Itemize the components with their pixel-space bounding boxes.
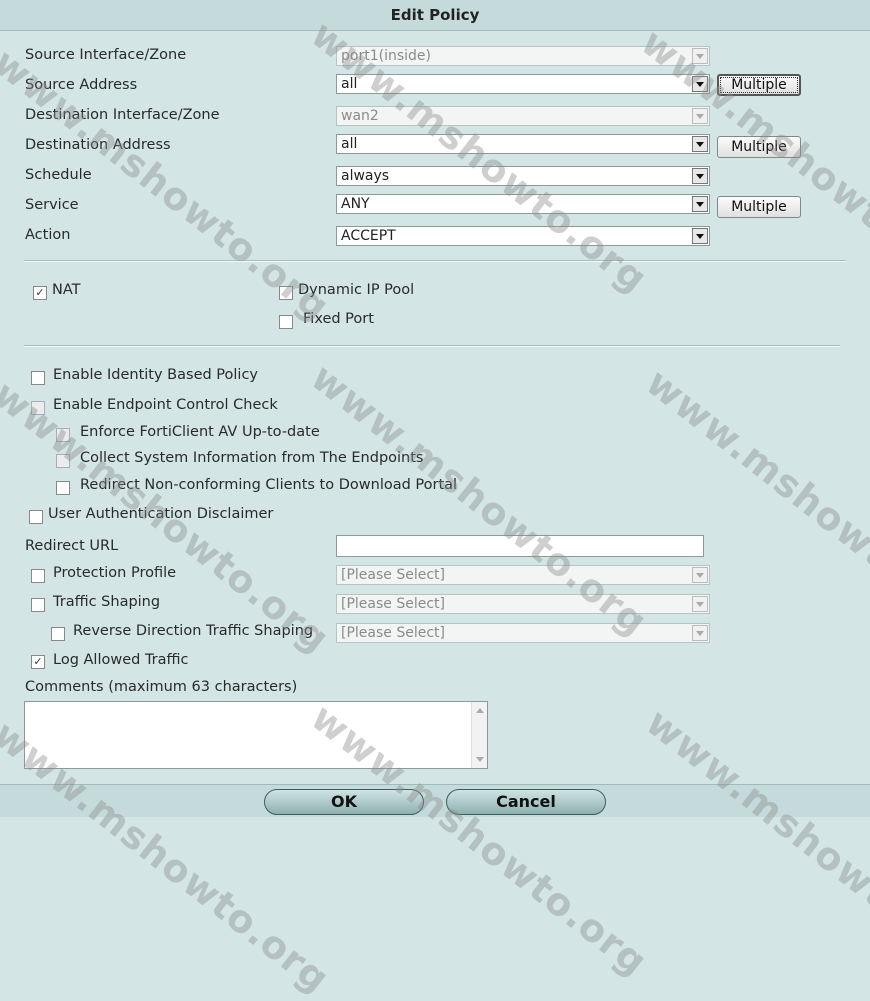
service-select[interactable]: ANY: [336, 194, 710, 214]
comments-scrollbar[interactable]: [471, 702, 487, 768]
dest-address-multiple-button[interactable]: Multiple: [717, 136, 801, 158]
service-multiple-button[interactable]: Multiple: [717, 196, 801, 218]
dest-address-select[interactable]: all: [336, 134, 710, 154]
redirect-clients-label: Redirect Non-conforming Clients to Downl…: [80, 477, 458, 493]
reverse-shaping-select: [Please Select]: [336, 623, 710, 643]
traffic-shaping-value: [Please Select]: [341, 596, 445, 612]
comments-textarea[interactable]: [24, 701, 488, 769]
nat-checkbox[interactable]: ✓: [33, 286, 47, 300]
redirect-clients-checkbox: [56, 481, 70, 495]
action-select[interactable]: ACCEPT: [336, 226, 710, 246]
user-auth-label: User Authentication Disclaimer: [48, 506, 274, 522]
identity-policy-checkbox[interactable]: [31, 371, 45, 385]
separator: [24, 345, 840, 347]
chevron-down-icon: [692, 625, 708, 641]
source-address-select[interactable]: all: [336, 74, 710, 94]
source-address-multiple-button[interactable]: Multiple: [717, 74, 801, 96]
dest-interface-value: wan2: [341, 108, 379, 124]
watermark: www.mshowto.org: [637, 700, 870, 990]
source-interface-select: port1(inside): [336, 46, 710, 66]
chevron-down-icon: [692, 228, 708, 244]
source-interface-label: Source Interface/Zone: [25, 47, 187, 63]
chevron-down-icon: [692, 136, 708, 152]
protection-profile-label: Protection Profile: [53, 565, 177, 581]
scroll-up-icon[interactable]: [476, 708, 484, 713]
cancel-button[interactable]: Cancel: [446, 789, 606, 815]
identity-policy-label: Enable Identity Based Policy: [53, 367, 259, 383]
action-value: ACCEPT: [341, 228, 396, 244]
protection-profile-value: [Please Select]: [341, 567, 445, 583]
endpoint-check-label: Enable Endpoint Control Check: [53, 397, 278, 413]
schedule-value: always: [341, 168, 390, 184]
service-label: Service: [25, 197, 79, 213]
reverse-shaping-checkbox[interactable]: [51, 627, 65, 641]
redirect-url-label: Redirect URL: [25, 538, 119, 554]
traffic-shaping-checkbox[interactable]: [31, 598, 45, 612]
reverse-shaping-value: [Please Select]: [341, 625, 445, 641]
log-allowed-label: Log Allowed Traffic: [53, 652, 189, 668]
chevron-down-icon: [692, 196, 708, 212]
dest-address-value: all: [341, 136, 358, 152]
protection-profile-select: [Please Select]: [336, 565, 710, 585]
source-interface-value: port1(inside): [341, 48, 431, 64]
traffic-shaping-select: [Please Select]: [336, 594, 710, 614]
dest-interface-select: wan2: [336, 106, 710, 126]
chevron-down-icon: [692, 168, 708, 184]
traffic-shaping-label: Traffic Shaping: [53, 594, 161, 610]
user-auth-checkbox[interactable]: [29, 510, 43, 524]
separator: [24, 260, 846, 262]
redirect-url-input[interactable]: [336, 535, 704, 557]
chevron-down-icon: [692, 76, 708, 92]
log-allowed-checkbox[interactable]: ✓: [31, 655, 45, 669]
reverse-shaping-label: Reverse Direction Traffic Shaping: [73, 623, 314, 639]
ok-button[interactable]: OK: [264, 789, 424, 815]
chevron-down-icon: [692, 596, 708, 612]
action-label: Action: [25, 227, 71, 243]
fixed-port-checkbox[interactable]: [279, 315, 293, 329]
dest-address-label: Destination Address: [25, 137, 171, 153]
protection-profile-checkbox[interactable]: [31, 569, 45, 583]
comments-label: Comments (maximum 63 characters): [25, 679, 298, 695]
chevron-down-icon: [692, 48, 708, 64]
dest-interface-label: Destination Interface/Zone: [25, 107, 220, 123]
chevron-down-icon: [692, 567, 708, 583]
dynamic-ip-pool-label: Dynamic IP Pool: [298, 282, 415, 298]
schedule-select[interactable]: always: [336, 166, 710, 186]
dialog-footer: OK Cancel: [0, 784, 870, 817]
nat-label: NAT: [52, 282, 81, 298]
enforce-av-checkbox: [56, 428, 70, 442]
source-address-value: all: [341, 76, 358, 92]
collect-info-label: Collect System Information from The Endp…: [80, 450, 424, 466]
service-value: ANY: [341, 196, 370, 212]
source-address-label: Source Address: [25, 77, 138, 93]
dialog-title: Edit Policy: [0, 0, 870, 31]
enforce-av-label: Enforce FortiClient AV Up-to-date: [80, 424, 320, 440]
scroll-down-icon[interactable]: [476, 757, 484, 762]
collect-info-checkbox: [56, 454, 70, 468]
dynamic-ip-pool-checkbox[interactable]: [279, 286, 293, 300]
chevron-down-icon: [692, 108, 708, 124]
endpoint-check-checkbox[interactable]: [31, 401, 45, 415]
fixed-port-label: Fixed Port: [303, 311, 374, 327]
schedule-label: Schedule: [25, 167, 92, 183]
